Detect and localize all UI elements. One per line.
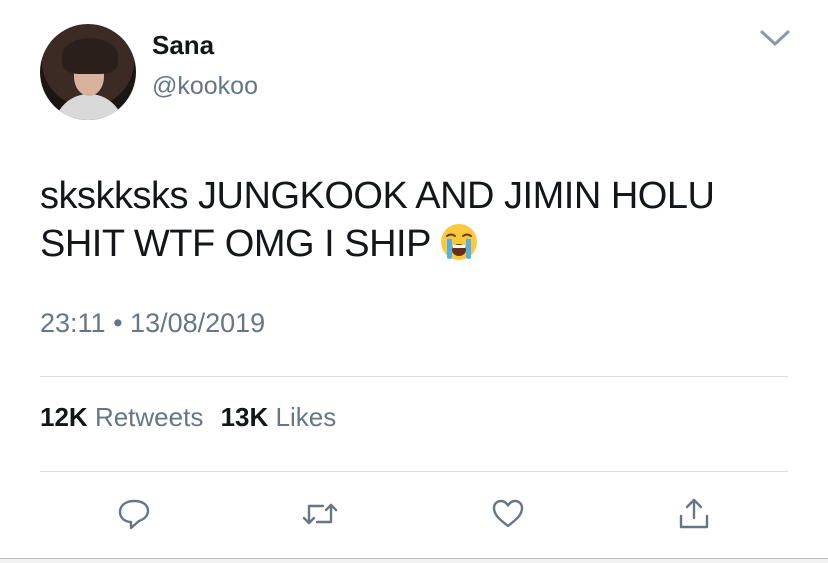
tweet-timestamp[interactable]: 23:11 • 13/08/2019 [40,308,265,339]
avatar-hair [62,38,118,74]
reply-button[interactable] [114,496,154,536]
divider-top [40,376,788,377]
avatar-shirt [54,94,124,120]
user-handle[interactable]: @kookoo [152,72,258,101]
like-button[interactable] [488,496,528,536]
retweets-count: 12K [40,402,88,432]
retweet-icon [301,497,339,536]
likes-count: 13K [220,402,269,432]
likes-stat[interactable]: 13K Likes [221,402,337,432]
action-bar [40,496,788,540]
share-icon [677,496,711,537]
bottom-border [0,558,828,563]
avatar[interactable] [40,24,136,120]
retweets-stat[interactable]: 12K Retweets [40,402,203,432]
timestamp-separator: • [113,308,123,338]
tweet-text: skskksks JUNGKOOK AND JIMIN HOLU SHIT WT… [40,172,800,268]
display-name[interactable]: Sana [152,30,214,61]
tweet-stats: 12K Retweets 13K Likes [40,402,346,433]
tweet-time: 23:11 [40,308,106,338]
retweets-label: Retweets [94,402,204,432]
chevron-down-icon[interactable] [760,28,790,48]
reply-icon [117,497,151,536]
tweet-date: 13/08/2019 [130,308,266,338]
share-button[interactable] [674,496,714,536]
loudly-crying-face-icon [439,222,479,262]
tweet-body: skskksks JUNGKOOK AND JIMIN HOLU SHIT WT… [40,175,715,265]
retweet-button[interactable] [300,496,340,536]
likes-label: Likes [275,402,337,432]
divider-bottom [40,471,788,472]
heart-icon [491,497,525,536]
